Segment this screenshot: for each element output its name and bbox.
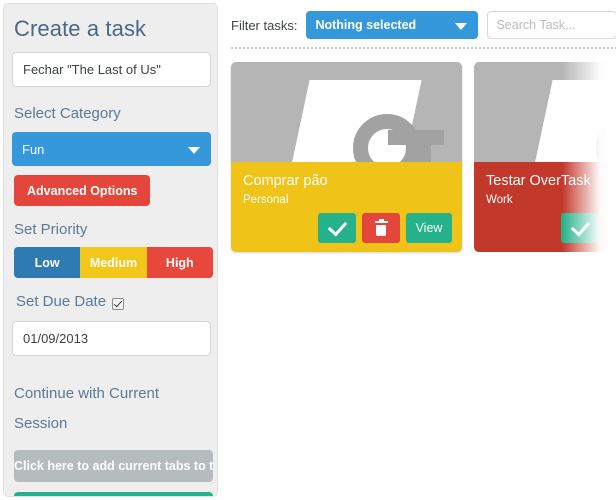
create-task-panel: Create a task Select Category Fun Advanc… <box>3 3 218 497</box>
advanced-options-button[interactable]: Advanced Options <box>14 175 151 206</box>
filter-tasks-dropdown[interactable]: Nothing selected <box>306 11 479 39</box>
filter-tasks-label: Filter tasks: <box>231 17 298 33</box>
set-priority-label: Set Priority <box>14 221 88 238</box>
add-current-tabs-button[interactable]: Click here to add current tabs to task <box>14 450 213 482</box>
add-task-button[interactable]: Add Task <box>14 492 213 496</box>
set-due-date-checkbox[interactable] <box>112 297 125 310</box>
search-input[interactable] <box>487 11 616 39</box>
task-name-input[interactable] <box>12 52 211 87</box>
task-card[interactable]: Testar OverTask Work View <box>474 62 610 252</box>
complete-task-button[interactable] <box>561 213 599 243</box>
set-due-date-label: Set Due Date <box>16 293 107 310</box>
task-card-category: Personal <box>243 194 289 206</box>
overtask-logo-t-stem-icon <box>415 130 431 162</box>
set-due-date-row: Set Due Date <box>14 292 209 312</box>
continue-session-label: Continue with Current Session <box>14 385 160 432</box>
task-card-title: Testar OverTask <box>486 173 591 189</box>
complete-task-button[interactable] <box>318 213 356 243</box>
chevron-down-icon <box>188 147 200 154</box>
priority-low-button[interactable]: Low <box>14 247 81 278</box>
task-card-actions: View <box>561 213 610 243</box>
view-task-button[interactable]: View <box>406 213 452 243</box>
select-category-label: Select Category <box>14 105 121 122</box>
task-card-image <box>231 62 462 162</box>
delete-task-button[interactable] <box>605 213 610 243</box>
main-content: Filter tasks: Nothing selected Comprar p… <box>228 0 616 500</box>
trash-icon <box>374 218 388 236</box>
delete-task-button[interactable] <box>362 213 400 243</box>
task-card[interactable]: Comprar pão Personal View <box>231 62 462 252</box>
check-icon <box>570 216 590 236</box>
task-card-category: Work <box>486 194 513 206</box>
task-card-body: Comprar pão Personal View <box>231 162 462 252</box>
task-card-actions: View <box>318 213 452 243</box>
priority-high-button[interactable]: High <box>146 247 213 278</box>
priority-button-group: Low Medium High <box>14 247 213 278</box>
priority-medium-button[interactable]: Medium <box>80 247 147 278</box>
chevron-down-icon <box>455 23 468 30</box>
category-dropdown[interactable]: Fun <box>12 132 211 166</box>
task-card-title: Comprar pão <box>243 173 328 189</box>
filter-toolbar: Filter tasks: Nothing selected <box>231 11 616 39</box>
task-card-body: Testar OverTask Work View <box>474 162 610 252</box>
task-card-image <box>474 62 610 162</box>
category-selected-value: Fun <box>22 141 45 157</box>
task-card-list: Comprar pão Personal View Testar OverTas… <box>231 62 610 252</box>
filter-selected-value: Nothing selected <box>315 18 417 32</box>
due-date-input[interactable] <box>12 321 211 356</box>
toolbar-divider <box>231 47 616 49</box>
page-title: Create a task <box>14 16 147 41</box>
check-icon <box>327 216 347 236</box>
task-card-clip: Testar OverTask Work View <box>474 62 610 252</box>
